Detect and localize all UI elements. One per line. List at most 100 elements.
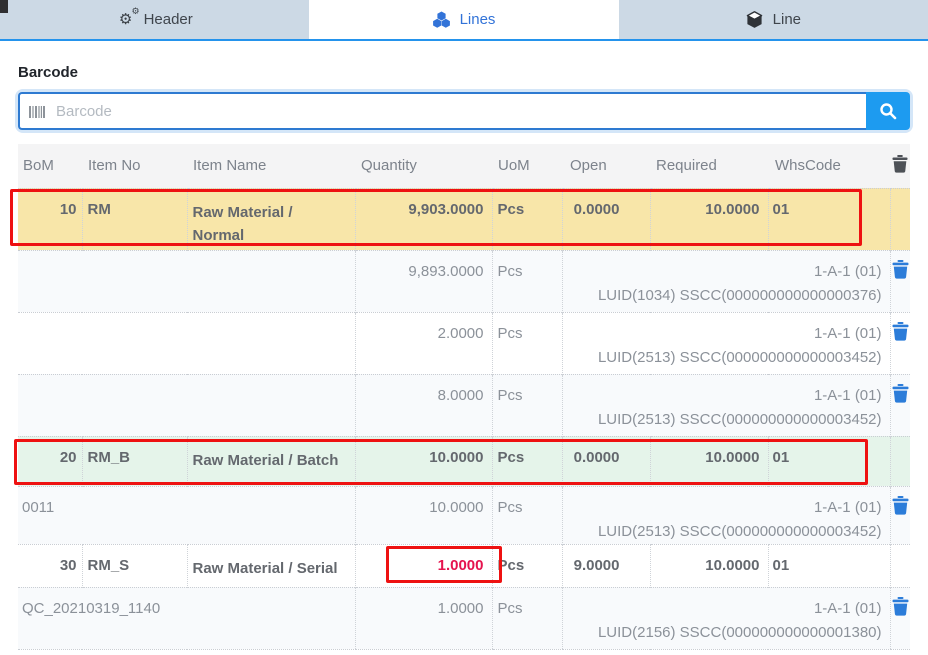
actions-cell (890, 312, 910, 374)
quantity-cell: 9,903.0000 (355, 188, 492, 250)
uom-cell: Pcs (492, 312, 562, 374)
actions-cell (890, 374, 910, 436)
delete-row-button[interactable] (892, 260, 909, 282)
barcode-input[interactable] (18, 92, 866, 130)
col-header-quantity: Quantity (355, 144, 492, 188)
luid-sscc: LUID(2156) SSCC(000000000000001380) (563, 621, 882, 645)
detail-label-cell (18, 312, 355, 374)
bom-row: 30RM_SRaw Material / Serial1.0000Pcs9.00… (18, 544, 910, 587)
bom-row: 10RMRaw Material / Normal9,903.0000Pcs0.… (18, 188, 910, 250)
open-cell: 9.0000 (562, 544, 650, 587)
quantity-value: 1.0000 (438, 557, 484, 574)
table-header-row: BoM Item No Item Name Quantity UoM Open … (18, 144, 910, 188)
col-header-bom: BoM (18, 144, 82, 188)
uom-cell: Pcs (492, 250, 562, 312)
cubes-icon (433, 11, 451, 29)
detail-row: QC_20210319_11401.0000Pcs1-A-1 (01)LUID(… (18, 587, 910, 649)
actions-cell (890, 587, 910, 649)
barcode-input-group (18, 92, 910, 130)
whscode-cell: 01 (768, 436, 890, 486)
bin-luid-cell: 1-A-1 (01)LUID(2513) SSCC(00000000000000… (562, 486, 890, 544)
quantity-cell: 1.0000 (355, 587, 492, 649)
tab-line-label: Line (773, 11, 801, 28)
luid-sscc: LUID(1034) SSCC(000000000000000376) (563, 284, 882, 308)
delete-row-button[interactable] (892, 597, 909, 619)
col-header-whscode: WhsCode (768, 144, 890, 188)
quantity-value: 10.0000 (429, 449, 483, 466)
uom-cell: Pcs (492, 544, 562, 587)
item-no-cell: RM_S (82, 544, 187, 587)
item-no-cell: RM (82, 188, 187, 250)
tab-line[interactable]: Line (619, 0, 928, 39)
bin-luid-cell: 1-A-1 (01)LUID(2513) SSCC(00000000000000… (562, 312, 890, 374)
uom-cell: Pcs (492, 374, 562, 436)
detail-label-cell (18, 250, 355, 312)
open-cell: 0.0000 (562, 436, 650, 486)
whscode-cell: 01 (768, 188, 890, 250)
trash-icon (892, 260, 909, 279)
gears-icon: ⚙⚙ (117, 11, 135, 29)
open-cell: 0.0000 (562, 188, 650, 250)
detail-row: 2.0000Pcs1-A-1 (01)LUID(2513) SSCC(00000… (18, 312, 910, 374)
cube-icon (746, 11, 764, 29)
required-cell: 10.0000 (650, 188, 768, 250)
tab-lines-label: Lines (460, 11, 496, 28)
bin-luid-cell: 1-A-1 (01)LUID(2513) SSCC(00000000000000… (562, 374, 890, 436)
barcode-icon (29, 105, 45, 123)
barcode-label: Barcode (18, 64, 910, 81)
table-body: 10RMRaw Material / Normal9,903.0000Pcs0.… (18, 188, 910, 649)
delete-row-button[interactable] (892, 496, 909, 518)
quantity-cell: 8.0000 (355, 374, 492, 436)
trash-icon (892, 384, 909, 403)
quantity-cell: 2.0000 (355, 312, 492, 374)
bin-location: 1-A-1 (01) (563, 384, 882, 408)
tab-header-label: Header (144, 11, 193, 28)
item-name-cell: Raw Material / Serial (187, 544, 355, 587)
col-header-item-no: Item No (82, 144, 187, 188)
uom-cell: Pcs (492, 436, 562, 486)
bin-location: 1-A-1 (01) (563, 322, 882, 346)
actions-cell (890, 436, 910, 486)
required-cell: 10.0000 (650, 544, 768, 587)
detail-row: 9,893.0000Pcs1-A-1 (01)LUID(1034) SSCC(0… (18, 250, 910, 312)
detail-label-cell (18, 374, 355, 436)
bom-cell: 10 (18, 188, 82, 250)
item-no-cell: RM_B (82, 436, 187, 486)
luid-sscc: LUID(2513) SSCC(000000000000003452) (563, 520, 882, 544)
trash-icon (892, 496, 909, 515)
detail-row: 8.0000Pcs1-A-1 (01)LUID(2513) SSCC(00000… (18, 374, 910, 436)
luid-sscc: LUID(2513) SSCC(000000000000003452) (563, 408, 882, 432)
bin-location: 1-A-1 (01) (563, 260, 882, 284)
delete-row-button[interactable] (892, 384, 909, 406)
search-icon (879, 102, 897, 120)
trash-icon (892, 322, 909, 341)
actions-cell (890, 250, 910, 312)
bin-luid-cell: 1-A-1 (01)LUID(2156) SSCC(00000000000000… (562, 587, 890, 649)
uom-cell: Pcs (492, 587, 562, 649)
item-name-cell: Raw Material / Batch (187, 436, 355, 486)
col-header-uom: UoM (492, 144, 562, 188)
trash-icon (892, 597, 909, 616)
bin-location: 1-A-1 (01) (563, 496, 882, 520)
tab-lines[interactable]: Lines (309, 0, 618, 39)
bin-luid-cell: 1-A-1 (01)LUID(1034) SSCC(00000000000000… (562, 250, 890, 312)
lines-table: BoM Item No Item Name Quantity UoM Open … (18, 144, 910, 650)
luid-sscc: LUID(2513) SSCC(000000000000003452) (563, 346, 882, 370)
quantity-cell: 10.0000 (355, 436, 492, 486)
col-header-open: Open (562, 144, 650, 188)
lines-panel: Barcode (0, 64, 928, 650)
uom-cell: Pcs (492, 486, 562, 544)
trash-icon (892, 155, 908, 173)
bom-row: 20RM_BRaw Material / Batch10.0000Pcs0.00… (18, 436, 910, 486)
actions-cell (890, 486, 910, 544)
detail-label-cell: 0011 (18, 486, 355, 544)
delete-row-button[interactable] (892, 322, 909, 344)
detail-label-cell: QC_20210319_1140 (18, 587, 355, 649)
search-button[interactable] (866, 92, 910, 130)
tab-bar: ⚙⚙ Header Lines Line (0, 0, 928, 41)
lines-table-wrap: BoM Item No Item Name Quantity UoM Open … (18, 144, 910, 650)
quantity-cell: 1.0000 (355, 544, 492, 587)
bin-location: 1-A-1 (01) (563, 597, 882, 621)
tab-header[interactable]: ⚙⚙ Header (0, 0, 309, 39)
whscode-cell: 01 (768, 544, 890, 587)
